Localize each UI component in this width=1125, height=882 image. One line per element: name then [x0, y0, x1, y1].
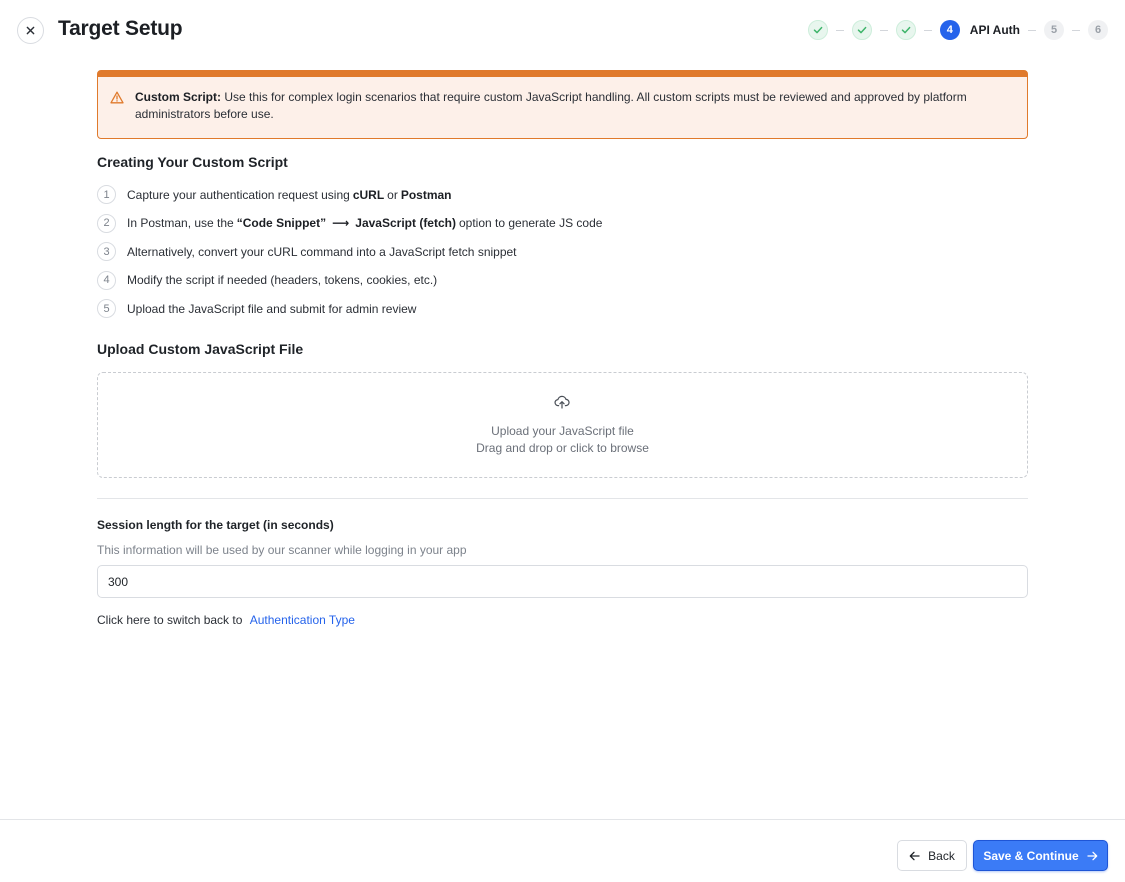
back-button-label: Back: [928, 848, 955, 863]
authentication-type-link[interactable]: Authentication Type: [250, 613, 355, 627]
progress-stepper: 4 API Auth 5 6: [807, 20, 1108, 40]
step-3-complete: [895, 20, 916, 40]
active-step-label: API Auth: [969, 23, 1020, 37]
close-button[interactable]: [17, 17, 44, 44]
list-item: 3 Alternatively, convert your cURL comma…: [97, 242, 602, 261]
list-item: 2 In Postman, use the “Code Snippet” ⟶ J…: [97, 213, 602, 233]
custom-script-warning-banner: Custom Script: Use this for complex logi…: [97, 70, 1028, 139]
list-item: 5 Upload the JavaScript file and submit …: [97, 299, 602, 318]
alert-message: Use this for complex login scenarios tha…: [135, 90, 967, 121]
session-length-input[interactable]: [97, 565, 1028, 598]
step-5-pending: 5: [1044, 20, 1064, 40]
step-separator: [1028, 29, 1036, 31]
upload-section-title: Upload Custom JavaScript File: [97, 341, 304, 357]
instruction-steps: 1 Capture your authentication request us…: [97, 185, 602, 328]
check-icon: [813, 26, 823, 34]
arrow-right-icon: [1087, 851, 1098, 860]
check-icon: [901, 26, 911, 34]
step-2-complete: [851, 20, 872, 40]
session-length-help: This information will be used by our sca…: [97, 543, 467, 557]
footer-divider: [0, 819, 1125, 820]
save-button-label: Save & Continue: [983, 848, 1079, 863]
close-icon: [26, 26, 35, 35]
dropzone-subtitle: Drag and drop or click to browse: [476, 441, 649, 455]
check-icon: [857, 26, 867, 34]
alert-title: Custom Script:: [135, 90, 222, 104]
step-6-pending: 6: [1088, 20, 1108, 40]
save-and-continue-button[interactable]: Save & Continue: [973, 840, 1108, 871]
section-divider: [97, 498, 1028, 499]
step-4-active: 4: [939, 20, 960, 40]
switch-back-text: Click here to switch back to Authenticat…: [97, 613, 355, 627]
list-item: 4 Modify the script if needed (headers, …: [97, 270, 602, 290]
page-title: Target Setup: [58, 17, 183, 40]
arrow-left-icon: [909, 851, 920, 860]
cloud-upload-icon: [554, 395, 570, 409]
session-length-label: Session length for the target (in second…: [97, 518, 334, 532]
step-separator: [1072, 29, 1080, 31]
step-number: 2: [97, 213, 116, 233]
warning-triangle-icon: [110, 91, 124, 104]
dropzone-title: Upload your JavaScript file: [491, 424, 634, 438]
file-dropzone[interactable]: Upload your JavaScript file Drag and dro…: [97, 372, 1028, 478]
step-number: 3: [97, 242, 116, 261]
list-item: 1 Capture your authentication request us…: [97, 185, 602, 204]
step-separator: [879, 29, 888, 31]
step-number: 4: [97, 270, 116, 290]
step-number: 5: [97, 299, 116, 318]
step-separator: [923, 29, 932, 31]
step-1-complete: [807, 20, 828, 40]
step-separator: [835, 29, 844, 31]
step-number: 1: [97, 185, 116, 204]
arrow-right-icon: ⟶: [332, 216, 350, 230]
back-button[interactable]: Back: [897, 840, 967, 871]
instructions-title: Creating Your Custom Script: [97, 154, 288, 170]
